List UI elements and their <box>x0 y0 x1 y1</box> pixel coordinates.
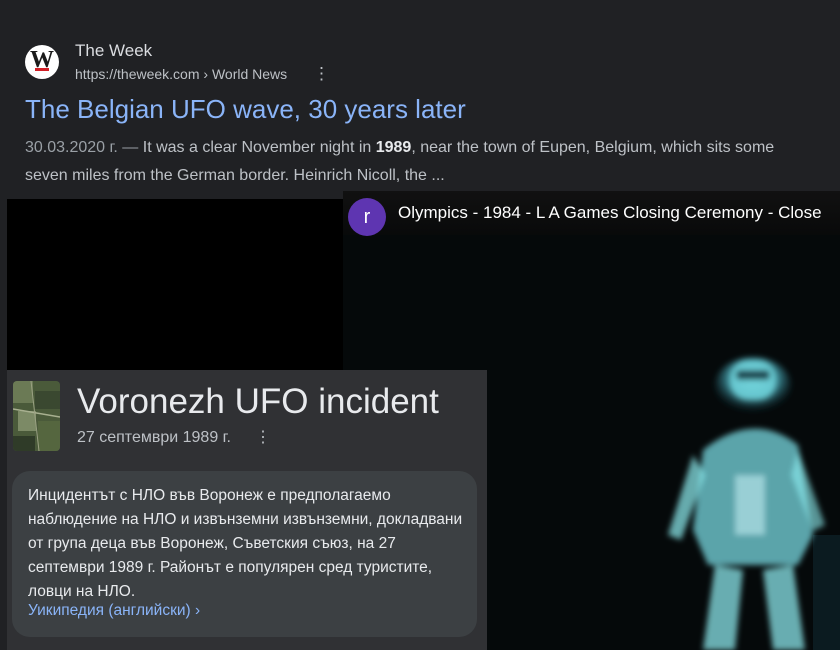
channel-avatar[interactable]: r <box>348 198 386 236</box>
card-date: 27 септември 1989 г. <box>77 429 231 446</box>
site-url[interactable]: https://theweek.com › World News <box>75 66 287 82</box>
wikipedia-source-link[interactable]: Уикипедия (английски) › <box>28 602 200 620</box>
logo-underline <box>35 68 49 71</box>
satellite-map-thumbnail[interactable] <box>13 381 60 451</box>
description-box: Инцидентът с НЛО във Воронеж е предполаг… <box>12 471 477 637</box>
video-title[interactable]: Olympics - 1984 - L A Games Closing Cere… <box>398 203 822 223</box>
snippet-text-start: It was a clear November night in <box>138 139 376 156</box>
card-more-options-icon[interactable]: ⋮ <box>255 427 271 447</box>
snippet-date: 30.03.2020 г. — <box>25 139 139 156</box>
card-description: Инцидентът с НЛО във Воронеж е предполаг… <box>28 487 463 600</box>
more-options-icon[interactable]: ⋮ <box>313 64 330 84</box>
knowledge-panel-card: Voronezh UFO incident 27 септември 1989 … <box>7 370 487 650</box>
site-name[interactable]: The Week <box>75 41 152 61</box>
card-title: Voronezh UFO incident <box>77 382 439 421</box>
snippet-bold-year: 1989 <box>375 139 412 156</box>
search-result: W The Week https://theweek.com › World N… <box>0 0 840 200</box>
black-image-panel <box>7 199 345 371</box>
result-snippet: 30.03.2020 г. — It was a clear November … <box>25 134 815 190</box>
map-thumbnail-image <box>13 381 60 451</box>
the-week-logo-icon[interactable]: W <box>25 45 59 79</box>
video-header: r Olympics - 1984 - L A Games Closing Ce… <box>343 191 840 236</box>
result-title-link[interactable]: The Belgian UFO wave, 30 years later <box>25 94 466 125</box>
